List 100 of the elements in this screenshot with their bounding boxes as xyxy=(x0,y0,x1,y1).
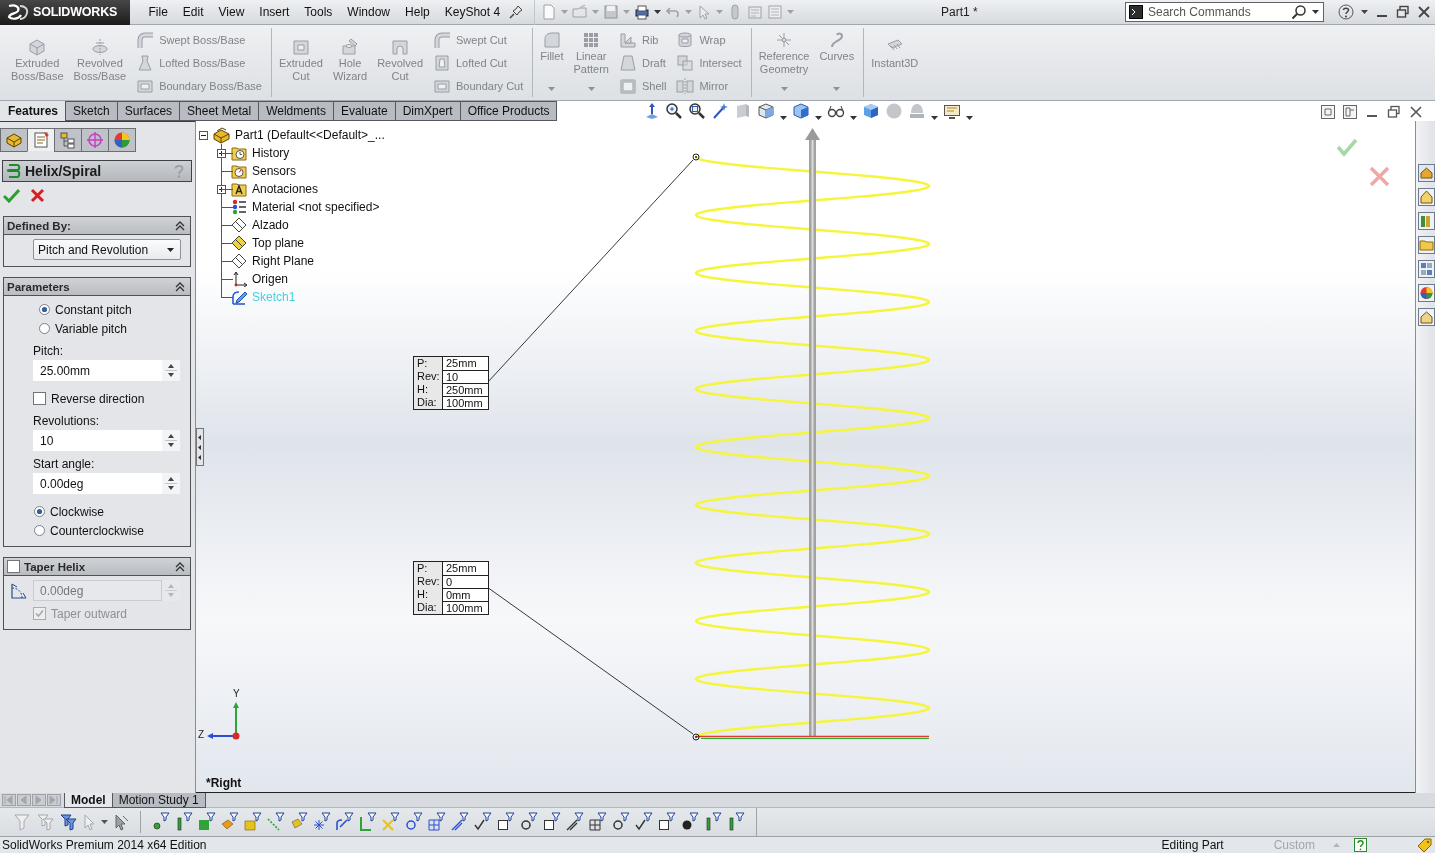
zoom-box-icon[interactable] xyxy=(688,102,707,120)
library-icon[interactable] xyxy=(1418,212,1435,230)
filter-icon[interactable] xyxy=(727,812,745,832)
tile-icon[interactable] xyxy=(1343,105,1357,119)
caret-icon[interactable] xyxy=(653,10,661,14)
group-header[interactable]: Parameters xyxy=(4,278,190,296)
tab[interactable]: Motion Study 1 xyxy=(111,793,206,808)
monitor-icon[interactable] xyxy=(943,102,962,120)
group-header[interactable]: Defined By: xyxy=(4,217,190,235)
filter-icon[interactable] xyxy=(704,812,722,832)
filter-icon[interactable] xyxy=(59,812,77,832)
tree-item[interactable]: Top plane xyxy=(252,236,305,250)
checkbox[interactable] xyxy=(7,560,20,573)
caret-icon[interactable] xyxy=(101,820,108,824)
filter-icon[interactable] xyxy=(612,812,630,832)
panel-tab[interactable] xyxy=(108,128,136,152)
check-icon[interactable] xyxy=(3,188,20,203)
collapse-icon[interactable] xyxy=(175,561,185,572)
help-icon[interactable] xyxy=(1354,838,1367,852)
color-wheel-icon[interactable] xyxy=(1418,284,1435,302)
spin-buttons[interactable] xyxy=(162,360,180,381)
help-icon[interactable] xyxy=(1338,4,1354,20)
spin-buttons[interactable] xyxy=(162,473,180,494)
tree-item[interactable]: Sensors xyxy=(252,164,297,178)
menu-item[interactable]: Tools xyxy=(296,0,340,25)
caret-icon[interactable] xyxy=(1361,10,1368,14)
search-box[interactable]: Search Commands xyxy=(1125,2,1324,22)
close-icon[interactable] xyxy=(1409,105,1423,119)
number-field[interactable]: 10 xyxy=(33,430,162,451)
tree-item[interactable]: Anotaciones xyxy=(252,182,319,196)
radio-button[interactable] xyxy=(39,304,50,315)
menu-item[interactable]: View xyxy=(211,0,252,25)
radio-button[interactable] xyxy=(39,323,50,334)
print-icon[interactable] xyxy=(633,4,650,20)
cross-icon[interactable] xyxy=(30,188,45,203)
restore-icon[interactable] xyxy=(1396,5,1410,19)
radio-button[interactable] xyxy=(34,506,45,517)
panel-tab[interactable] xyxy=(81,128,109,152)
checkbox[interactable] xyxy=(33,392,46,405)
wand-icon[interactable] xyxy=(711,102,730,120)
collapse-icon[interactable] xyxy=(175,281,185,292)
menu-item[interactable]: KeyShot 4 xyxy=(437,0,508,25)
menu-item[interactable]: Help xyxy=(397,0,438,25)
filter-icon[interactable] xyxy=(474,812,492,832)
menu-item[interactable]: Insert xyxy=(251,0,297,25)
close-icon[interactable] xyxy=(1417,5,1431,19)
tree-item[interactable]: Origen xyxy=(252,272,289,286)
filter-icon[interactable] xyxy=(681,812,699,832)
plus-box-icon[interactable] xyxy=(217,184,226,194)
tab[interactable]: Sheet Metal xyxy=(179,101,260,121)
filter-icon[interactable] xyxy=(497,812,515,832)
tab[interactable]: Surfaces xyxy=(116,101,181,121)
panel-tab[interactable] xyxy=(27,128,55,152)
tab[interactable]: Office Products xyxy=(459,101,558,121)
tab[interactable]: DimXpert xyxy=(394,101,461,121)
collapse-handle[interactable] xyxy=(196,428,204,466)
filter-icon[interactable] xyxy=(520,812,538,832)
tab[interactable]: Weldments xyxy=(258,101,334,121)
filter-icon[interactable] xyxy=(635,812,653,832)
tree-item[interactable]: Alzado xyxy=(252,218,289,232)
filter-icon[interactable] xyxy=(152,812,170,832)
solid-cube-icon[interactable] xyxy=(862,102,881,120)
plus-box-icon[interactable] xyxy=(217,148,226,158)
tile-icon[interactable] xyxy=(1321,105,1335,119)
search-icon[interactable] xyxy=(1291,4,1307,20)
filter-icon[interactable] xyxy=(175,812,193,832)
dropdown[interactable]: Pitch and Revolution xyxy=(33,239,181,260)
zoom-icon[interactable] xyxy=(665,102,684,120)
collapse-icon[interactable] xyxy=(175,220,185,231)
house-icon[interactable] xyxy=(1418,188,1435,206)
number-field[interactable]: 0.00deg xyxy=(33,473,162,494)
pointer-icon[interactable] xyxy=(113,812,129,832)
check-icon[interactable] xyxy=(1336,137,1358,157)
spin-buttons[interactable] xyxy=(162,430,180,451)
tree-item[interactable]: Right Plane xyxy=(252,254,315,268)
filter-icon[interactable] xyxy=(566,812,584,832)
palette-icon[interactable] xyxy=(1418,260,1435,278)
shaded-cube-icon[interactable] xyxy=(792,102,811,120)
menu-item[interactable]: Edit xyxy=(175,0,212,25)
tab[interactable]: Features xyxy=(0,101,67,121)
tab[interactable]: Sketch xyxy=(65,101,118,121)
filter-icon[interactable] xyxy=(658,812,676,832)
home-icon[interactable] xyxy=(1418,164,1435,182)
view-cube-icon[interactable] xyxy=(757,102,776,120)
search-field[interactable]: Search Commands xyxy=(1148,4,1286,20)
pin-icon[interactable] xyxy=(507,4,524,20)
number-field[interactable]: 25.00mm xyxy=(33,360,162,381)
menu-item[interactable]: Window xyxy=(339,0,398,25)
tag-icon[interactable] xyxy=(1417,838,1432,852)
radio-button[interactable] xyxy=(34,525,45,536)
group-header[interactable]: Taper Helix xyxy=(4,558,190,576)
minus-box-icon[interactable] xyxy=(199,130,208,140)
tree-item[interactable]: Material <not specified> xyxy=(252,200,380,214)
tab[interactable]: Model xyxy=(64,793,113,808)
tab[interactable]: Evaluate xyxy=(332,101,396,121)
house-icon[interactable] xyxy=(1418,308,1435,326)
caret-icon[interactable] xyxy=(1312,10,1319,14)
filter-icon[interactable] xyxy=(543,812,561,832)
restore-icon[interactable] xyxy=(1387,105,1401,119)
tree-item[interactable]: Part1 (Default<<Default>_... xyxy=(235,128,385,142)
